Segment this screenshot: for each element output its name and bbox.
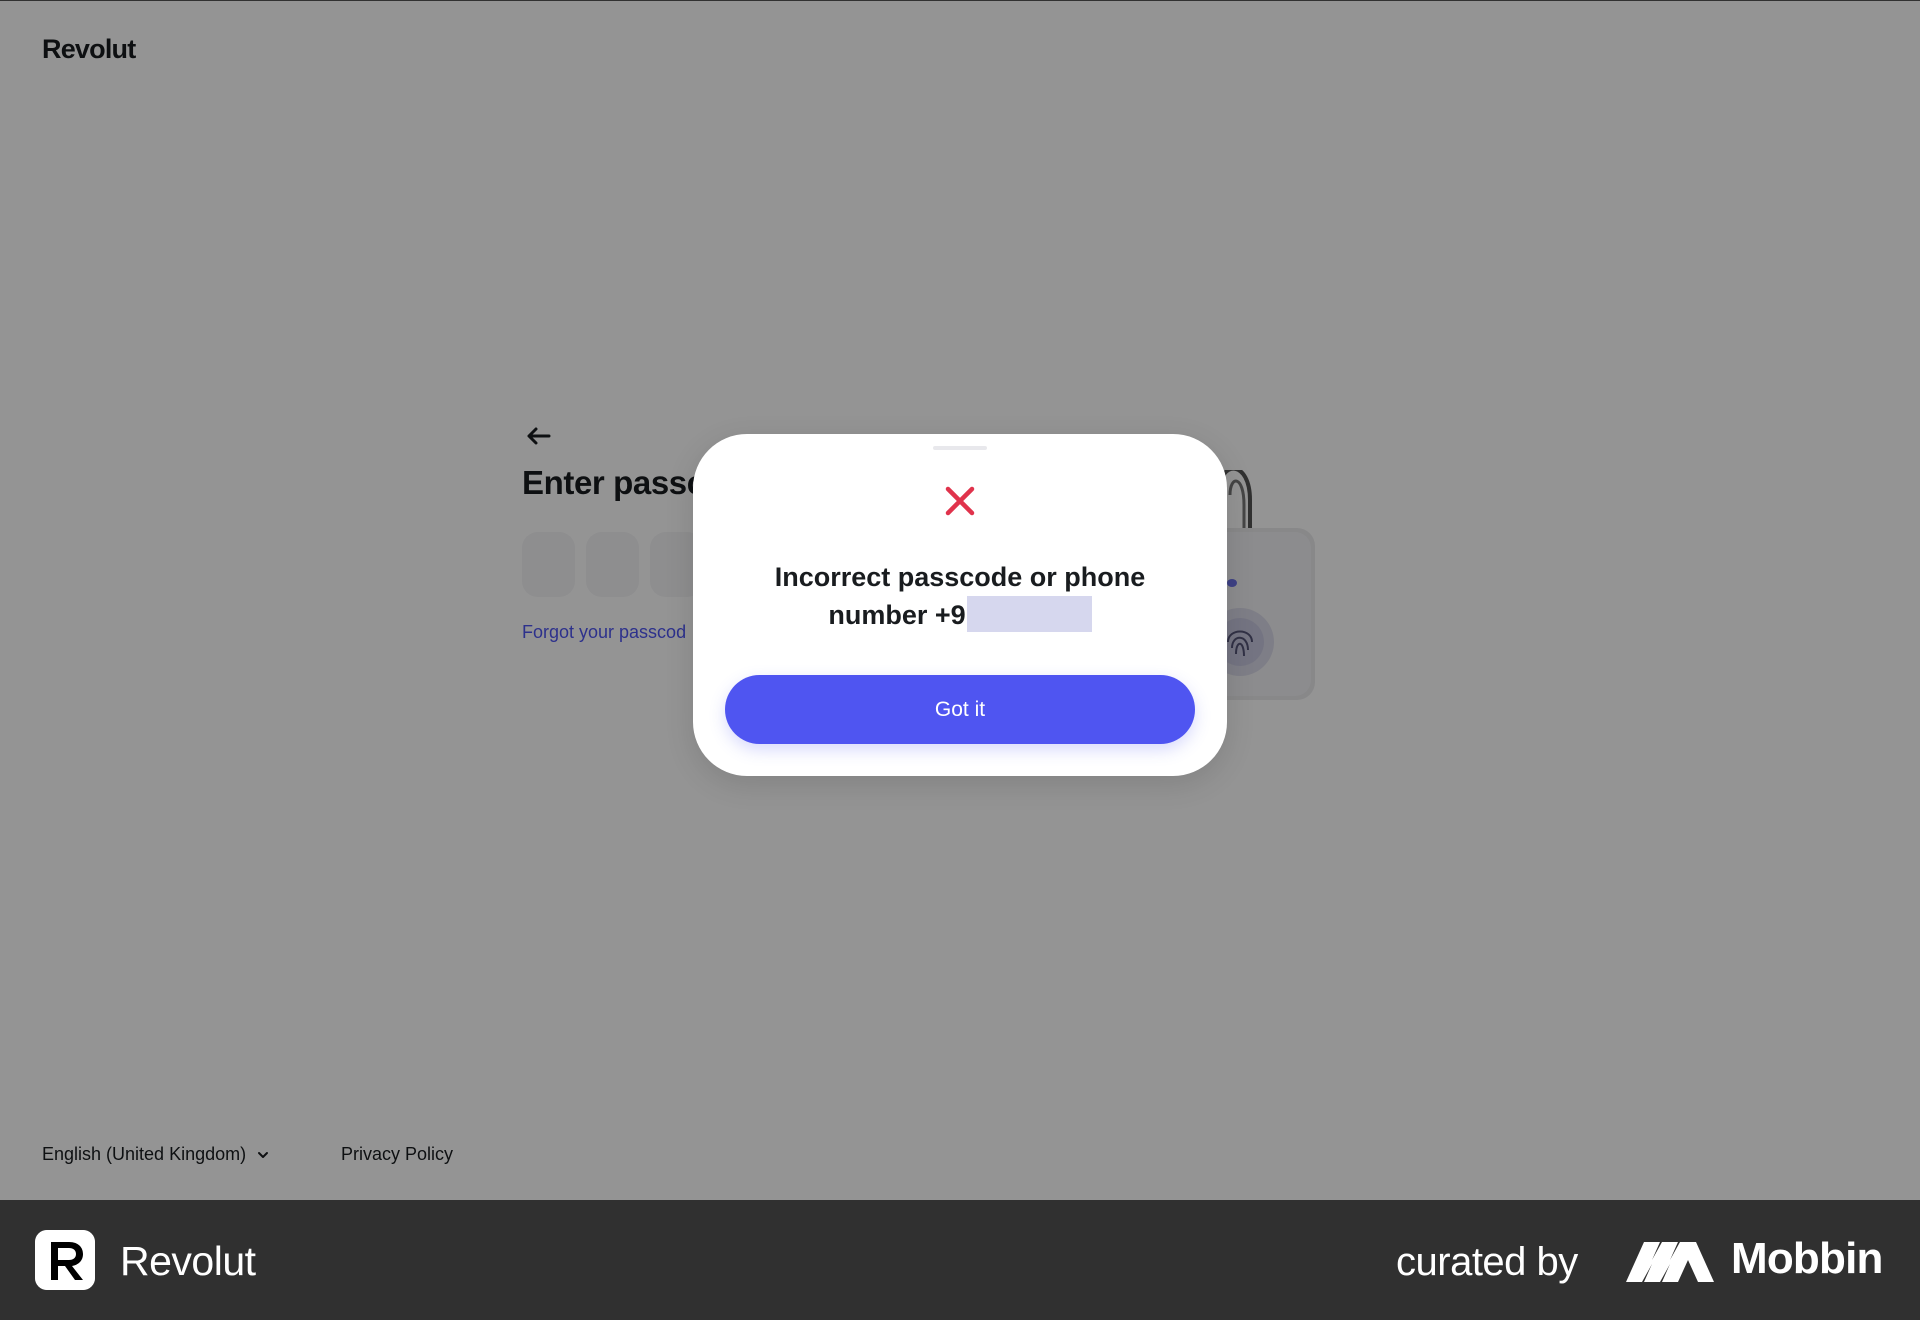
- error-message-line1: Incorrect passcode or phone: [774, 562, 1146, 592]
- page: Revolut Enter passc Forgot your passcod …: [0, 0, 1920, 1200]
- redacted-phone-number: [966, 596, 1092, 632]
- mobbin-logo-icon: [1626, 1242, 1714, 1282]
- error-message: Incorrect passcode or phone number +9: [733, 558, 1187, 634]
- mobbin-brand: Mobbin: [1731, 1234, 1883, 1283]
- error-message-line2: number +9: [733, 596, 1187, 634]
- error-dialog: Incorrect passcode or phone number +9 Go…: [693, 434, 1227, 776]
- branding-bar: Revolut curated by Mobbin: [0, 1200, 1920, 1320]
- drag-handle[interactable]: [933, 446, 987, 450]
- phone-prefix: number +9: [828, 600, 966, 630]
- curated-by-label: curated by: [1396, 1240, 1578, 1284]
- app-name: Revolut: [120, 1238, 256, 1284]
- revolut-r-icon: [35, 1230, 95, 1290]
- error-x-icon: [945, 486, 975, 516]
- got-it-button[interactable]: Got it: [725, 675, 1195, 744]
